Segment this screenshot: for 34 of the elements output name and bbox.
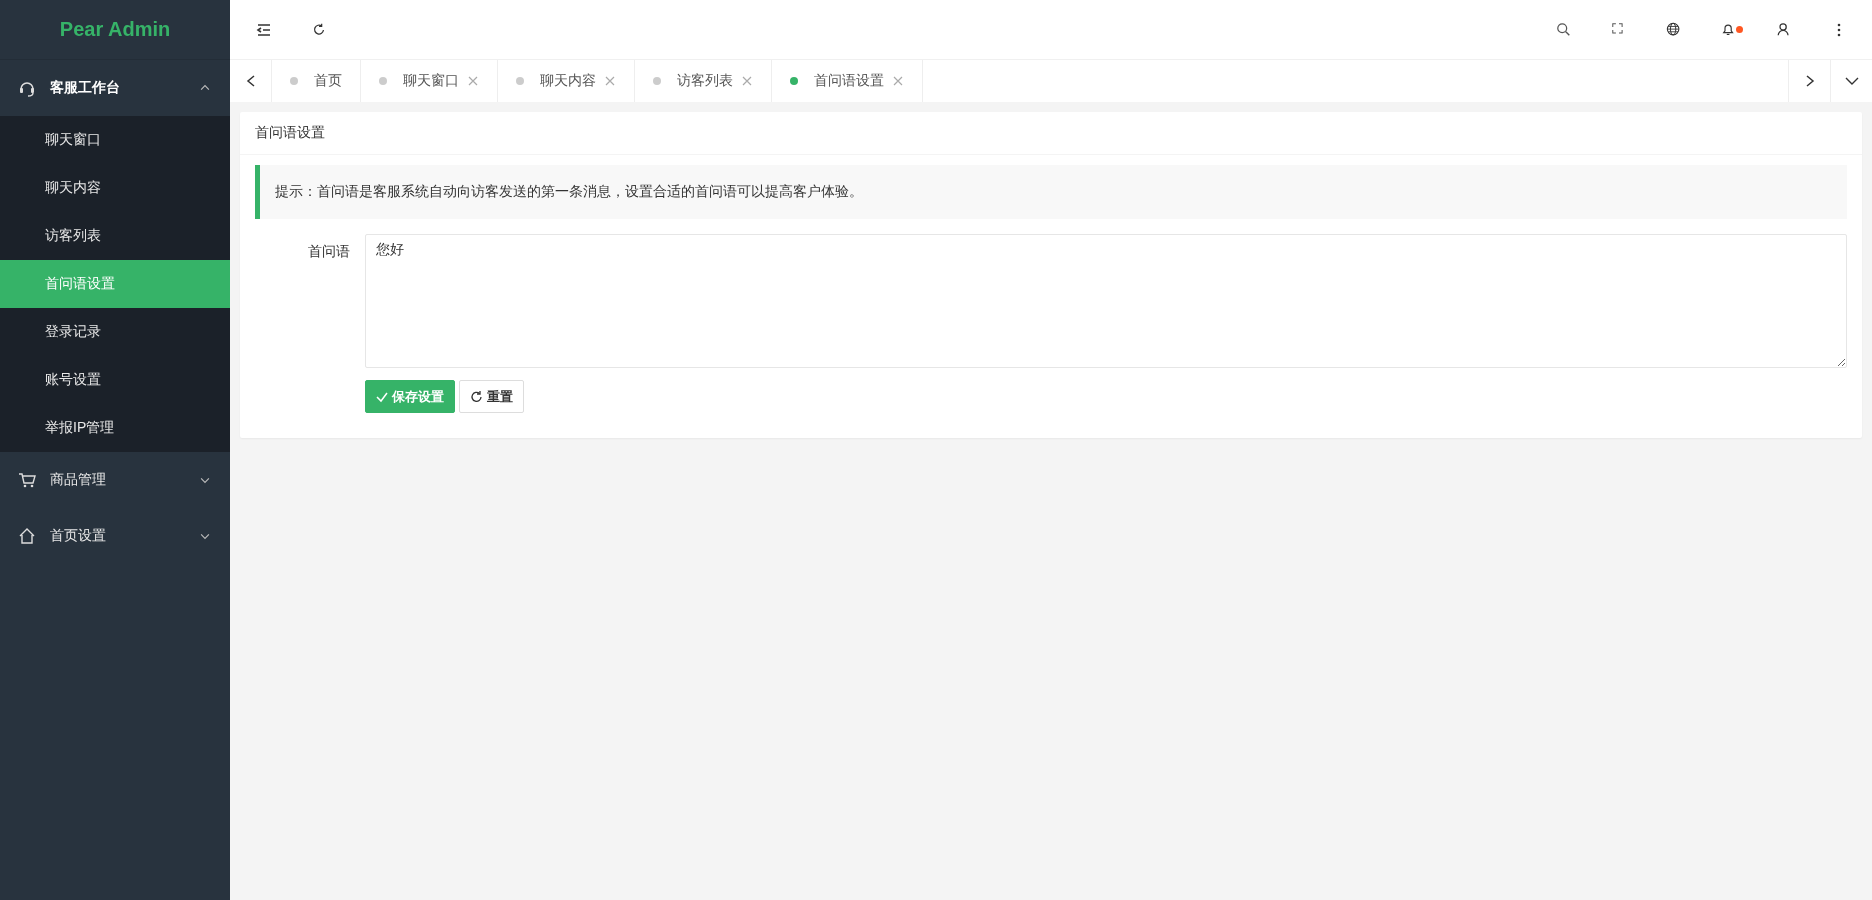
page-tab[interactable]: 聊天窗口 [361, 60, 498, 102]
menu-item[interactable]: 账号设置 [0, 356, 230, 404]
tip-alert: 提示：首问语是客服系统自动向访客发送的第一条消息，设置合适的首问语可以提高客户体验。 [255, 165, 1847, 219]
home-icon [18, 527, 36, 545]
cart-icon [18, 471, 36, 489]
menu-item[interactable]: 登录记录 [0, 308, 230, 356]
page-tab[interactable]: 访客列表 [635, 60, 772, 102]
card-title: 首问语设置 [255, 124, 325, 142]
menu-group[interactable]: 商品管理 [0, 452, 230, 508]
refresh-icon [311, 21, 327, 38]
close-icon [467, 75, 479, 87]
close-icon [741, 75, 753, 87]
page-tab[interactable]: 首页 [272, 60, 361, 102]
menu-item[interactable]: 聊天内容 [0, 164, 230, 212]
greeting-textarea[interactable]: 您好 [365, 234, 1847, 368]
refresh-icon [470, 390, 483, 403]
menu-item[interactable]: 举报IP管理 [0, 404, 230, 452]
check-icon [376, 390, 388, 403]
close-icon [892, 75, 904, 87]
menu-item[interactable]: 访客列表 [0, 212, 230, 260]
menu-group[interactable]: 首页设置 [0, 508, 230, 564]
fullscreen-icon [1612, 22, 1626, 37]
page-tab[interactable]: 首问语设置 [772, 60, 923, 102]
headset-icon [18, 79, 36, 97]
reset-button[interactable]: 重置 [459, 380, 524, 413]
more-icon [1837, 22, 1841, 37]
globe-icon [1666, 21, 1682, 38]
field-label: 首问语 [307, 242, 351, 261]
menu-item[interactable]: 聊天窗口 [0, 116, 230, 164]
close-icon [604, 75, 616, 87]
search-icon [1556, 21, 1572, 38]
page-tab[interactable]: 聊天内容 [498, 60, 635, 102]
menu-group[interactable]: 客服工作台 [0, 60, 230, 116]
app-logo: Pear Admin [59, 18, 171, 41]
